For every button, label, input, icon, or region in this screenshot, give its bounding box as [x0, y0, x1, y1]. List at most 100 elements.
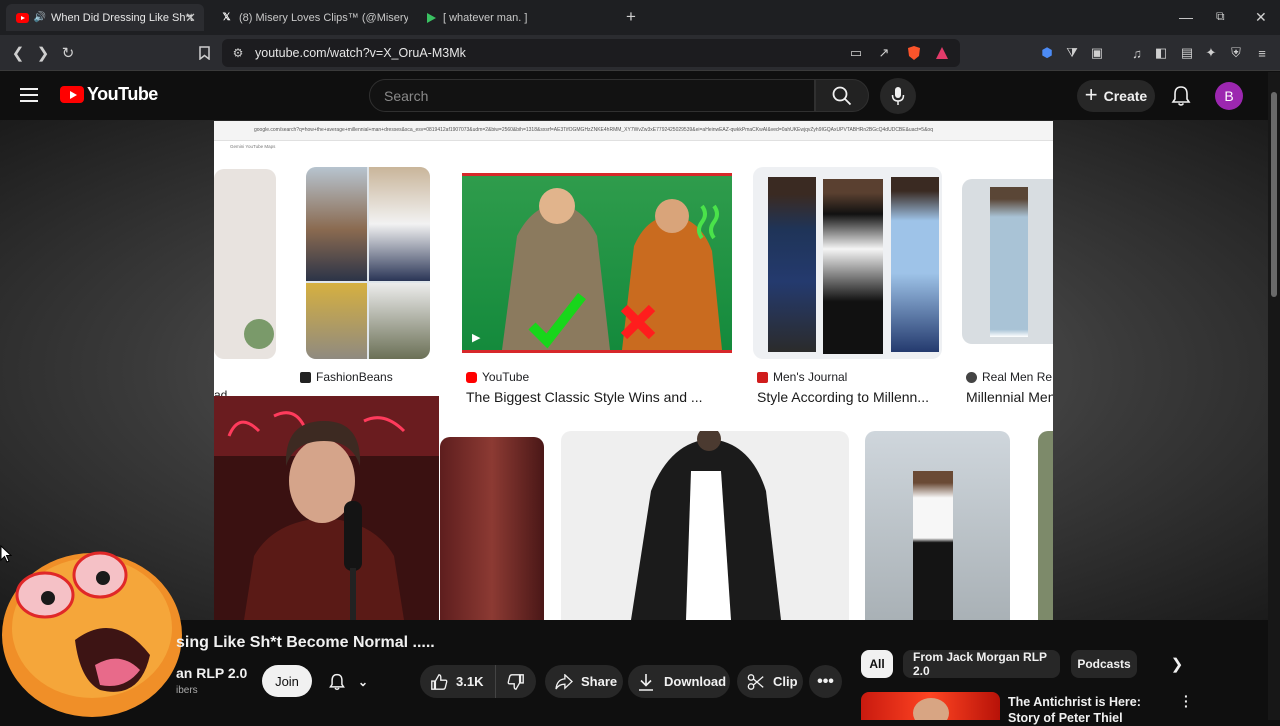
like-count: 3.1K — [456, 674, 484, 689]
result-source: YouTube — [466, 370, 529, 384]
chip-from-channel[interactable]: From Jack Morgan RLP 2.0 — [903, 650, 1060, 678]
more-horizontal-icon: ••• — [817, 672, 834, 690]
voice-search-button[interactable] — [880, 78, 916, 114]
youtube-logo[interactable]: YouTube — [60, 84, 158, 105]
video-play-icon: ▶ — [472, 332, 481, 344]
address-bar-row: ❮ ❯ ↻ ⚙ youtube.com/watch?v=X_OruA-M3Mk … — [0, 35, 1280, 71]
chip-podcasts[interactable]: Podcasts — [1071, 650, 1137, 678]
share-button[interactable]: Share — [545, 665, 623, 698]
mens-journal-favicon-icon — [757, 371, 768, 383]
reload-icon[interactable]: ↻ — [58, 43, 78, 63]
vpn-icon[interactable]: ⬢ — [1039, 45, 1055, 61]
embedded-browser-bar: google.com/search?q=how+the+average+mill… — [214, 121, 1053, 141]
create-button[interactable]: + Create — [1077, 80, 1155, 112]
embedded-url: google.com/search?q=how+the+average+mill… — [254, 127, 933, 133]
extensions-icon[interactable]: ⧩ — [1064, 45, 1080, 61]
scissors-icon — [747, 673, 764, 690]
tab-x[interactable]: 𝕏 (8) Misery Loves Clips™ (@MiseryClip — [210, 4, 408, 31]
channel-name[interactable]: an RLP 2.0 — [176, 665, 247, 681]
site-settings-icon[interactable]: ⚙ — [228, 43, 248, 63]
browser-tab-bar: 🔊 When Did Dressing Like Sh*t ✕ 𝕏 (8) Mi… — [0, 0, 1280, 35]
search-button[interactable] — [815, 79, 869, 112]
logo-text: YouTube — [87, 84, 158, 104]
youtube-favicon-icon — [466, 371, 477, 383]
share-icon[interactable]: ↗ — [876, 45, 892, 61]
minimize-icon[interactable]: — — [1179, 9, 1193, 25]
speaker-icon[interactable]: 🔊 — [34, 11, 46, 24]
avatar[interactable]: B — [1215, 82, 1243, 110]
real-men-favicon-icon — [966, 371, 977, 383]
webcam-overlay — [214, 396, 439, 620]
screenshot-icon[interactable]: ▣ — [1089, 45, 1105, 61]
thumbs-up-icon — [431, 673, 448, 690]
like-button[interactable]: 3.1K — [420, 665, 496, 698]
image-result-mens-journal — [753, 167, 942, 359]
sticker-overlay — [0, 540, 185, 720]
join-button[interactable]: Join — [262, 665, 312, 697]
subscriber-count: ibers — [176, 685, 198, 696]
clip-button[interactable]: Clip — [737, 665, 803, 698]
tab-title: (8) Misery Loves Clips™ (@MiseryClip — [239, 11, 408, 24]
result-title: Millennial Men — [966, 389, 1053, 405]
brave-shield-icon[interactable] — [906, 45, 922, 61]
close-window-icon[interactable]: ✕ — [1255, 9, 1267, 26]
search-input[interactable]: Search — [369, 79, 815, 112]
hamburger-menu-icon[interactable] — [20, 88, 38, 102]
download-icon — [639, 673, 653, 691]
music-icon[interactable]: ♫ — [1129, 45, 1145, 61]
download-button[interactable]: Download — [628, 665, 730, 698]
more-actions-button[interactable]: ••• — [809, 665, 842, 698]
brave-rewards-icon[interactable] — [934, 45, 950, 61]
microphone-icon — [891, 87, 905, 105]
page-scrollbar[interactable] — [1268, 72, 1280, 720]
menu-icon[interactable]: ≡ — [1254, 45, 1270, 61]
forward-icon[interactable]: ❯ — [33, 43, 53, 63]
scrollbar-thumb[interactable] — [1271, 92, 1277, 297]
back-icon[interactable]: ❮ — [8, 43, 28, 63]
tab-title: [ whatever man. ] — [443, 11, 528, 24]
wallet-icon[interactable]: ▤ — [1179, 45, 1195, 61]
subscribe-bell-button[interactable]: ⌄ — [322, 665, 380, 698]
like-dislike-group: 3.1K — [420, 665, 536, 698]
chevron-down-icon: ⌄ — [358, 674, 369, 689]
restore-icon[interactable]: ⧉ — [1216, 9, 1225, 24]
thumbs-down-icon — [507, 673, 524, 690]
leo-ai-icon[interactable]: ✦ — [1203, 45, 1219, 61]
create-label: Create — [1103, 88, 1148, 104]
url-text: youtube.com/watch?v=X_OruA-M3Mk — [255, 46, 466, 60]
url-field[interactable]: ⚙ youtube.com/watch?v=X_OruA-M3Mk ▭ ↗ — [222, 39, 960, 67]
image-result-youtube: ▶ — [462, 173, 732, 353]
embedded-bookmarks: Gemini YouTube Maps — [214, 141, 1053, 153]
chips-next-chevron-icon[interactable]: ❯ — [1165, 652, 1189, 676]
bookmark-icon[interactable] — [194, 43, 214, 63]
result-source: Real Men Re — [966, 370, 1052, 384]
result-title: The Biggest Classic Style Wins and ... — [466, 389, 703, 405]
sidebar-icon[interactable]: ◧ — [1153, 45, 1169, 61]
image-result-partial-left — [214, 169, 276, 359]
tab-whatever[interactable]: [ whatever man. ] — [414, 4, 612, 31]
dislike-button[interactable] — [496, 665, 536, 698]
notifications-bell-icon[interactable] — [1170, 85, 1192, 107]
x-favicon-icon: 𝕏 — [222, 12, 231, 23]
cast-icon[interactable]: ▭ — [848, 45, 864, 61]
close-tab-icon[interactable]: ✕ — [185, 10, 196, 26]
image-result-row2-street — [865, 431, 1010, 620]
image-result-row2-partial — [1038, 431, 1053, 620]
recommendation-menu-icon[interactable]: · · · — [1184, 689, 1189, 713]
result-source: FashionBeans — [300, 370, 393, 384]
search-placeholder: Search — [384, 88, 429, 104]
youtube-play-icon — [60, 86, 84, 103]
recommendation-thumbnail[interactable] — [861, 692, 1000, 720]
search-icon — [832, 86, 852, 105]
shield-icon[interactable]: ⛨ — [1228, 45, 1244, 61]
chip-all[interactable]: All — [861, 650, 893, 678]
tab-youtube[interactable]: 🔊 When Did Dressing Like Sh*t ✕ — [6, 4, 204, 31]
share-icon — [555, 673, 573, 690]
youtube-favicon-icon — [16, 11, 29, 24]
play-favicon-icon — [424, 11, 437, 24]
recommendation-title[interactable]: The Antichrist is Here: Story of Peter T… — [1008, 694, 1173, 726]
new-tab-icon[interactable]: + — [626, 7, 636, 27]
image-result-row2-coat — [561, 431, 849, 620]
mouse-cursor — [0, 544, 13, 568]
result-source: Men's Journal — [757, 370, 847, 384]
